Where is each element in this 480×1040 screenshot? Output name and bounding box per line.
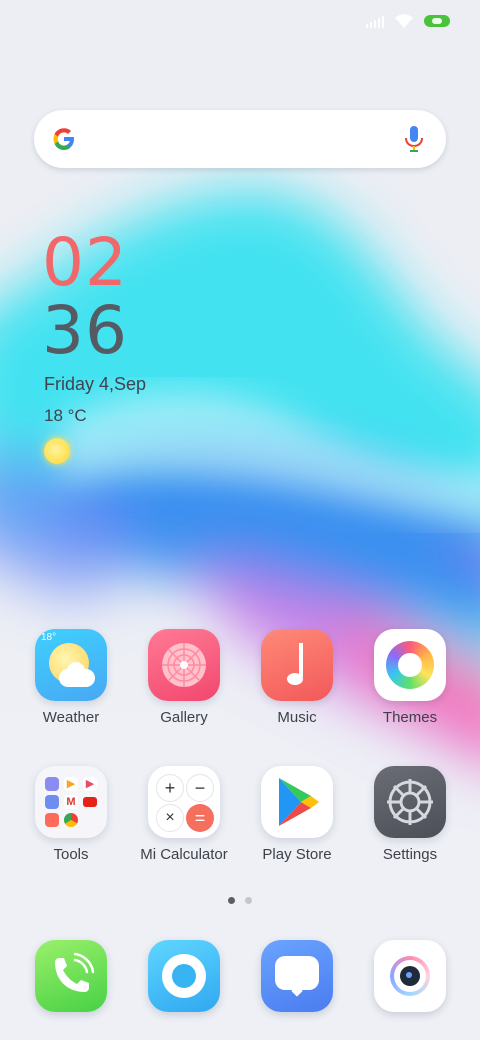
gallery-flower-icon[interactable] <box>148 629 220 701</box>
app-label: Tools <box>53 846 89 863</box>
page-indicator <box>0 897 480 904</box>
app-label: Settings <box>382 846 438 863</box>
app-mi-calculator[interactable]: + − × = Mi Calculator <box>128 766 240 863</box>
clock-minute[interactable]: 36 <box>42 296 128 366</box>
calculator-icon[interactable]: + − × = <box>148 766 220 838</box>
app-weather[interactable]: 18° Weather <box>15 629 127 726</box>
app-label: Themes <box>382 709 438 726</box>
page-dot[interactable] <box>245 897 252 904</box>
tools-folder-icon[interactable]: ▶ ▶ M <box>35 766 107 838</box>
page-dot-active[interactable] <box>228 897 235 904</box>
date-label: Friday 4,Sep <box>44 374 147 394</box>
app-label: Weather <box>42 709 100 726</box>
cell-signal-icon <box>366 14 384 28</box>
phone-icon[interactable] <box>35 940 107 1012</box>
settings-gear-icon[interactable] <box>374 766 446 838</box>
app-themes[interactable]: Themes <box>354 629 466 726</box>
camera-icon[interactable] <box>374 940 446 1012</box>
browser-icon[interactable] <box>148 940 220 1012</box>
microphone-icon[interactable] <box>402 123 426 155</box>
google-g-icon[interactable] <box>48 123 80 155</box>
app-label: Mi Calculator <box>140 846 228 863</box>
messages-icon[interactable] <box>261 940 333 1012</box>
battery-charging-icon <box>424 15 450 27</box>
app-music[interactable]: Music <box>241 629 353 726</box>
play-store-icon[interactable] <box>261 766 333 838</box>
app-label: Play Store <box>262 846 332 863</box>
app-settings[interactable]: Settings <box>354 766 466 863</box>
weather-temp-badge: 18° <box>41 632 57 643</box>
sun-icon <box>44 438 70 464</box>
app-label: Music <box>277 709 317 726</box>
themes-ring-icon[interactable] <box>374 629 446 701</box>
wifi-icon <box>395 14 413 28</box>
app-play-store[interactable]: Play Store <box>241 766 353 863</box>
app-gallery[interactable]: Gallery <box>128 629 240 726</box>
app-tools[interactable]: ▶ ▶ M Tools <box>15 766 127 863</box>
status-bar <box>366 10 450 32</box>
weather-icon[interactable]: 18° <box>35 629 107 701</box>
music-note-icon[interactable] <box>261 629 333 701</box>
temperature-label: 18 °C <box>44 406 87 425</box>
clock-hour[interactable]: 02 <box>42 228 128 298</box>
app-label: Gallery <box>160 709 208 726</box>
google-search-bar[interactable] <box>34 110 446 168</box>
